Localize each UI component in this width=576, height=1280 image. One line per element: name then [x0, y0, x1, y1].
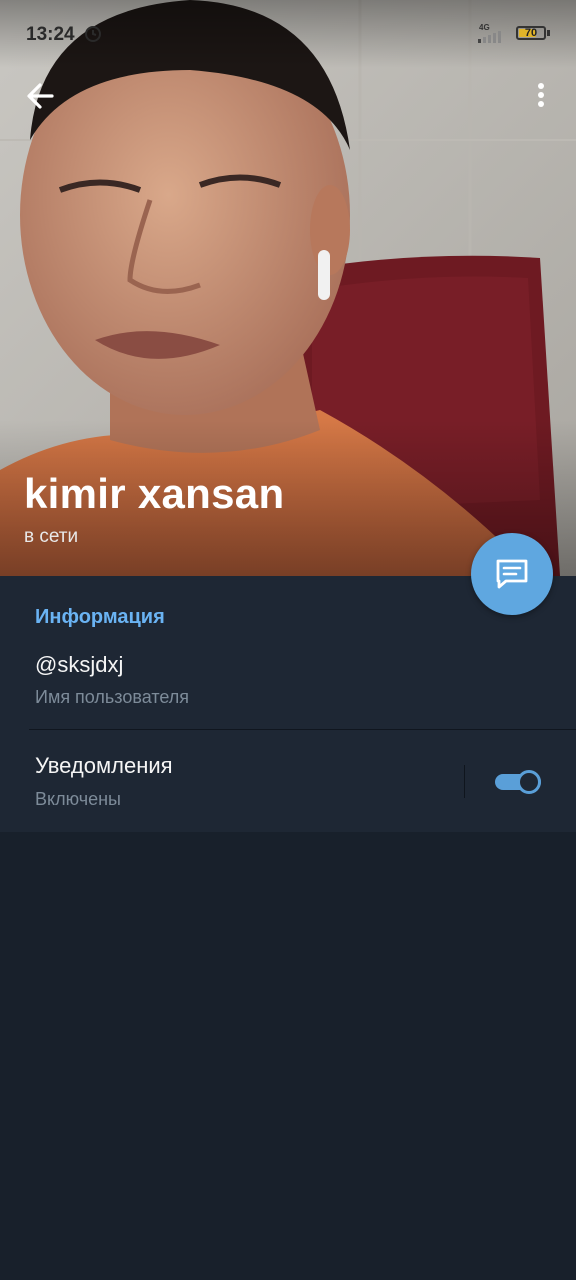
battery-icon: 70 — [516, 26, 546, 40]
vertical-divider — [464, 765, 465, 798]
message-icon — [496, 559, 528, 589]
profile-name: kimir xansan — [24, 470, 285, 517]
info-section: Информация @sksjdxj Имя пользователя Уве… — [0, 576, 576, 832]
toggle-knob — [517, 770, 541, 794]
status-bar: 13:24 4G 70 — [0, 0, 576, 68]
notifications-toggle[interactable] — [495, 770, 545, 794]
more-vertical-icon — [538, 83, 544, 107]
section-title: Информация — [35, 606, 165, 628]
online-status: в сети — [24, 526, 79, 547]
back-button[interactable] — [22, 78, 62, 114]
battery-tip — [547, 30, 550, 36]
notifications-title[interactable]: Уведомления — [35, 753, 173, 779]
notifications-status: Включены — [35, 789, 121, 809]
send-message-button[interactable] — [471, 533, 553, 615]
username-value[interactable]: @sksjdxj — [35, 652, 123, 678]
battery-level: 70 — [524, 27, 538, 39]
more-options-button[interactable] — [526, 78, 556, 114]
username-label: Имя пользователя — [35, 687, 190, 707]
status-time: 13:24 — [26, 24, 75, 45]
signal-icon — [478, 31, 501, 43]
divider — [29, 729, 576, 730]
arrow-left-icon — [27, 83, 54, 109]
alarm-icon — [85, 26, 101, 42]
